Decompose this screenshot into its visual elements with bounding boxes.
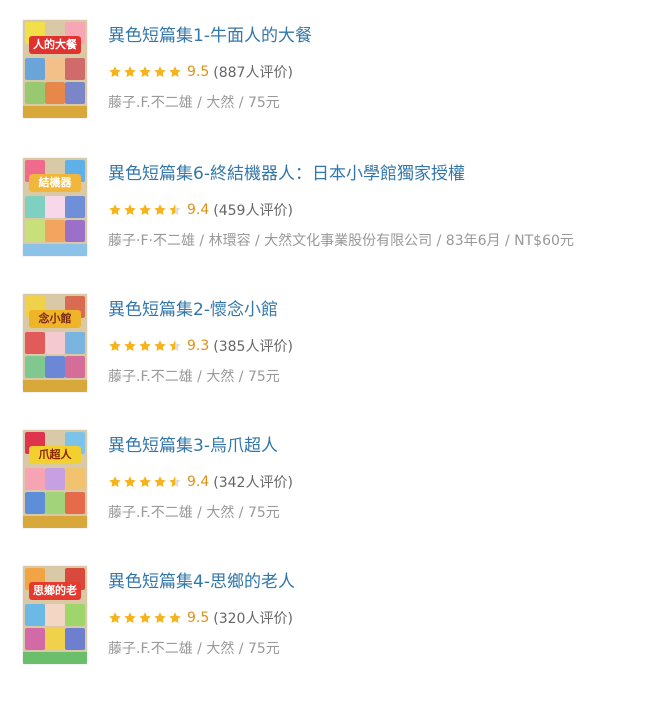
book-list: 人的大餐 異色短篇集1-牛面人的大餐 9.5 (887人评价) 藤子.F.不二雄… [0,0,650,702]
star-full-icon [139,476,151,488]
star-full-icon [124,612,136,624]
cover-banner: 人的大餐 [29,36,81,54]
star-full-icon [139,204,151,216]
star-full-icon [169,66,181,78]
star-half-icon [169,204,181,216]
star-full-icon [109,340,121,352]
book-item: 人的大餐 異色短篇集1-牛面人的大餐 9.5 (887人评价) 藤子.F.不二雄… [0,20,650,130]
star-full-icon [139,66,151,78]
cover-banner: 爪超人 [29,446,81,464]
publication-info: 藤子.F.不二雄 / 大然 / 75元 [108,641,280,657]
star-full-icon [124,340,136,352]
star-full-icon [109,476,121,488]
star-rating [108,475,183,489]
book-title-link[interactable]: 異色短篇集2-懷念小館 [108,298,278,322]
cover-banner: 念小館 [29,310,81,328]
cover-banner: 思鄉的老 [29,582,81,600]
star-full-icon [154,612,166,624]
book-title-link[interactable]: 異色短篇集4-思鄉的老人 [108,570,295,594]
rating-score: 9.4 [187,474,210,490]
book-item: 爪超人 異色短篇集3-烏爪超人 9.4 (342人评价) 藤子.F.不二雄 / … [0,430,650,540]
star-full-icon [124,204,136,216]
rating-row: 9.5 (887人评价) [108,62,293,82]
rating-count: (459人评价) [213,203,293,219]
star-rating [108,339,183,353]
rating-count: (342人评价) [213,475,293,491]
publication-info: 藤子.F.不二雄 / 大然 / 75元 [108,95,280,111]
star-rating [108,65,183,79]
rating-count: (887人评价) [213,65,293,81]
book-cover[interactable]: 人的大餐 [23,20,87,118]
book-item: 念小館 異色短篇集2-懷念小館 9.3 (385人评价) 藤子.F.不二雄 / … [0,294,650,404]
star-half-icon [169,476,181,488]
star-full-icon [124,476,136,488]
star-full-icon [109,204,121,216]
star-rating [108,611,183,625]
publication-info: 藤子.F.不二雄 / 大然 / 75元 [108,505,280,521]
star-full-icon [139,612,151,624]
book-title-link[interactable]: 異色短篇集3-烏爪超人 [108,434,278,458]
rating-count: (385人评价) [213,339,293,355]
book-cover[interactable]: 結機器 [23,158,87,256]
star-rating [108,203,183,217]
star-full-icon [109,612,121,624]
star-full-icon [154,476,166,488]
rating-score: 9.5 [187,64,210,80]
publication-info: 藤子·F·不二雄 / 林環容 / 大然文化事業股份有限公司 / 83年6月 / … [108,233,574,249]
star-full-icon [124,66,136,78]
rating-row: 9.5 (320人评价) [108,608,293,628]
book-cover[interactable]: 思鄉的老 [23,566,87,664]
star-full-icon [109,66,121,78]
star-half-icon [169,340,181,352]
rating-score: 9.4 [187,202,210,218]
rating-score: 9.5 [187,610,210,626]
rating-count: (320人评价) [213,611,293,627]
star-full-icon [154,340,166,352]
cover-banner: 結機器 [29,174,81,192]
star-full-icon [154,204,166,216]
book-title-link[interactable]: 異色短篇集6-終結機器人：日本小學館獨家授權 [108,162,465,186]
book-item: 思鄉的老 異色短篇集4-思鄉的老人 9.5 (320人评价) 藤子.F.不二雄 … [0,566,650,676]
publication-info: 藤子.F.不二雄 / 大然 / 75元 [108,369,280,385]
book-title-link[interactable]: 異色短篇集1-牛面人的大餐 [108,24,312,48]
star-full-icon [154,66,166,78]
star-full-icon [139,340,151,352]
rating-row: 9.3 (385人评价) [108,336,293,356]
book-item: 結機器 異色短篇集6-終結機器人：日本小學館獨家授權 9.4 (459人评价) … [0,158,650,268]
rating-row: 9.4 (342人评价) [108,472,293,492]
book-cover[interactable]: 念小館 [23,294,87,392]
rating-row: 9.4 (459人评价) [108,200,293,220]
book-cover[interactable]: 爪超人 [23,430,87,528]
star-full-icon [169,612,181,624]
rating-score: 9.3 [187,338,210,354]
